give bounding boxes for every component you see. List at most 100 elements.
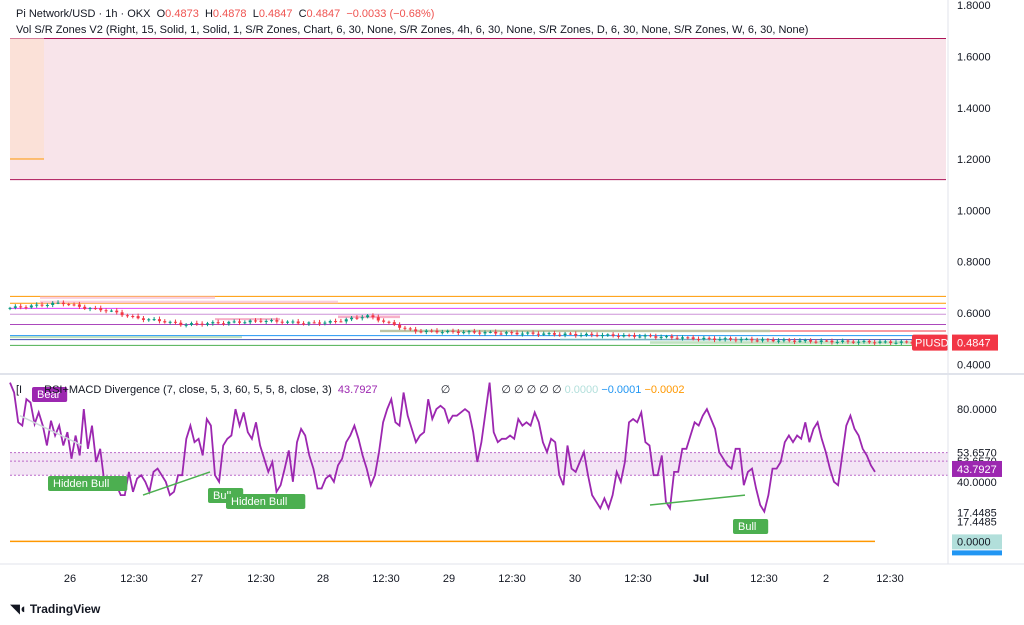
price-pane[interactable]: 1.8000 1.6000 1.4000 1.2000 1.0000 0.8000 0.60… bbox=[8, 0, 999, 371]
candle-body bbox=[88, 308, 92, 310]
candle-body bbox=[568, 333, 572, 335]
candle-body bbox=[659, 336, 663, 338]
time-tick-label: 12:30 bbox=[247, 573, 275, 585]
rsi-line bbox=[9, 382, 876, 514]
indicator-tick-label: 17.4485 bbox=[957, 517, 997, 529]
candle-body bbox=[462, 332, 466, 334]
candle-body bbox=[590, 333, 594, 335]
close-value: 0.4847 bbox=[306, 8, 341, 20]
candle-body bbox=[830, 340, 834, 343]
candle-body bbox=[408, 328, 412, 330]
candle-body bbox=[707, 337, 711, 339]
candle-body bbox=[419, 331, 423, 333]
candle-body bbox=[632, 335, 636, 337]
candle-body bbox=[899, 341, 903, 343]
candle-body bbox=[147, 319, 151, 321]
candle-body bbox=[275, 320, 279, 322]
candle-body bbox=[168, 321, 172, 323]
candle-body bbox=[531, 332, 535, 334]
candle-body bbox=[713, 338, 717, 340]
candle-body bbox=[889, 341, 893, 344]
divergence-title: RSI+MACD Divergence (7, close, 5, 3, 60,… bbox=[44, 384, 332, 396]
candle-body bbox=[99, 308, 103, 311]
candle-body bbox=[745, 338, 749, 340]
candle-body bbox=[291, 321, 295, 323]
candle-body bbox=[814, 341, 818, 343]
candle-body bbox=[697, 339, 701, 341]
sr-zone-box-5 bbox=[380, 329, 770, 333]
price-tick-label: 1.2000 bbox=[957, 154, 991, 166]
price-tick-label: 0.8000 bbox=[957, 257, 991, 269]
candle-body bbox=[542, 333, 546, 335]
candle-body bbox=[883, 341, 887, 343]
candle-body bbox=[403, 327, 407, 329]
candle-body bbox=[723, 338, 727, 340]
candle-body bbox=[702, 337, 706, 340]
symbol-price-tag-label: PIUSD bbox=[915, 338, 949, 350]
candle-body bbox=[125, 315, 129, 317]
candle-body bbox=[563, 333, 567, 336]
candle-body bbox=[771, 339, 775, 342]
candle-body bbox=[371, 315, 375, 318]
candle-body bbox=[552, 333, 556, 335]
sr-zone-box-1 bbox=[40, 300, 338, 304]
candle-body bbox=[873, 342, 877, 344]
divergence-legend[interactable]: [I RSI+MACD Divergence (7, close, 5, 3, 6… bbox=[16, 383, 685, 396]
candle-body bbox=[141, 318, 145, 320]
time-tick-label: 12:30 bbox=[750, 573, 778, 585]
candle-body bbox=[809, 340, 813, 342]
candle-body bbox=[35, 304, 39, 306]
time-axis: 26 12:30 27 12:30 28 12:30 29 12:30 30 12:30 Jul 12… bbox=[64, 573, 904, 585]
open-value: 0.4873 bbox=[165, 8, 199, 20]
candle-body bbox=[691, 337, 695, 340]
signal-bull-label: Hidden Bull bbox=[231, 496, 287, 508]
tradingview-brand[interactable]: ◥◖ TradingView bbox=[10, 601, 100, 617]
candle-body bbox=[221, 323, 225, 325]
candle-body bbox=[323, 322, 327, 324]
price-tick-label: 1.4000 bbox=[957, 103, 991, 115]
signal-bull-label: Hidden Bull bbox=[53, 478, 109, 490]
high-label: H bbox=[204, 8, 213, 20]
candle-body bbox=[104, 310, 108, 312]
indicator-tick-label: 40.0000 bbox=[957, 477, 997, 489]
candle-body bbox=[787, 339, 791, 341]
sr-zone-box-4 bbox=[10, 336, 242, 339]
symbol-title: Pi Network/USD · 1h · OKX bbox=[16, 8, 151, 20]
candle-body bbox=[205, 323, 209, 325]
candle-body bbox=[680, 337, 684, 339]
candle-body bbox=[494, 331, 498, 334]
candle-body bbox=[29, 305, 33, 308]
candle-body bbox=[72, 304, 76, 306]
candle-body bbox=[77, 304, 81, 307]
candle-body bbox=[488, 331, 492, 333]
candle-body bbox=[120, 312, 124, 316]
chart-canvas[interactable]: 1.8000 1.6000 1.4000 1.2000 1.0000 0.8000 0.60… bbox=[0, 0, 1024, 625]
candle-body bbox=[414, 329, 418, 332]
candle-body bbox=[45, 304, 49, 306]
candle-body bbox=[467, 331, 471, 333]
indicator-pane[interactable]: BearHidden BullBull Hidden BullBull80.000… bbox=[9, 382, 1002, 556]
price-tick-label: 0.4000 bbox=[957, 359, 991, 371]
candle-body bbox=[835, 341, 839, 343]
candle-body bbox=[440, 332, 444, 334]
candle-body bbox=[136, 316, 140, 319]
indicator-legend[interactable]: Vol S/R Zones V2 (Right, 15, Solid, 1, S… bbox=[16, 24, 808, 36]
candle-body bbox=[616, 335, 620, 337]
candle-body bbox=[841, 340, 845, 342]
change-value: −0.0033 (−0.68%) bbox=[346, 8, 435, 20]
sr-zone-box-7 bbox=[650, 341, 912, 344]
empty-value-1: ∅ bbox=[440, 384, 451, 396]
candle-body bbox=[729, 338, 733, 340]
time-tick-label: 28 bbox=[317, 573, 329, 585]
candle-body bbox=[232, 321, 236, 323]
candle-body bbox=[280, 321, 284, 323]
symbol-legend[interactable]: Pi Network/USD · 1h · OKX O0.4873 H0.487… bbox=[16, 8, 434, 20]
candle-body bbox=[189, 323, 193, 325]
candle-body bbox=[270, 320, 274, 322]
candle-body bbox=[606, 334, 610, 336]
time-tick-label: 12:30 bbox=[372, 573, 400, 585]
candle-body bbox=[456, 331, 460, 333]
candle-body bbox=[483, 332, 487, 334]
candle-body bbox=[115, 310, 119, 313]
candle-body bbox=[718, 339, 722, 341]
